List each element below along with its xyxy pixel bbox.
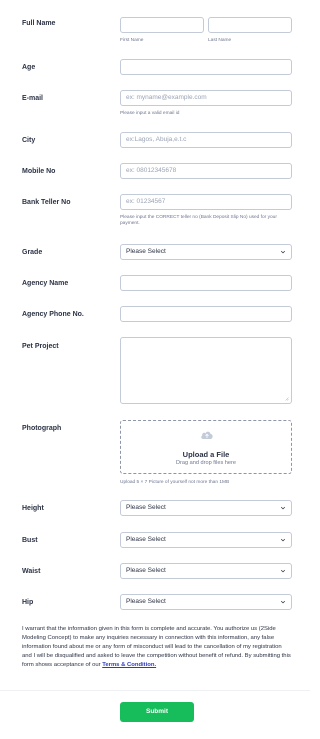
height-select-value: Please Select [126,504,166,511]
grade-select-value: Please Select [126,248,166,255]
last-name-input[interactable] [208,17,292,33]
terms-paragraph: I warrant that the information given in … [22,625,292,670]
email-hint: Please input a valid email id [120,111,180,116]
height-select[interactable]: Please Select [120,500,292,516]
agency-name-input[interactable] [120,275,292,291]
grade-label: Grade [22,249,43,256]
agency-name-label: Agency Name [22,280,69,287]
terms-text: I warrant that the information given in … [22,626,291,668]
agency-phone-input[interactable] [120,306,292,322]
terms-link[interactable]: Terms & Condition. [102,662,156,668]
chevron-down-icon [280,600,286,604]
first-name-input[interactable] [120,17,204,33]
file-upload-dropzone[interactable]: Upload a File Drag and drop files here [120,420,292,474]
age-label: Age [22,64,36,71]
waist-select-value: Please Select [126,567,166,574]
last-name-sublabel: Last Name [208,38,232,43]
height-label: Height [22,505,44,512]
waist-label: Waist [22,568,41,575]
mobile-input[interactable]: ex: 08012345678 [120,163,292,179]
full-name-label: Full Name [22,20,56,27]
city-input[interactable]: ex:Lagos, Abuja,e.t.c [120,132,292,148]
email-label: E-mail [22,95,44,102]
divider [0,690,310,691]
agency-phone-label: Agency Phone No. [22,311,84,318]
bank-teller-hint-1: Please input the CORRECT teller no (Bank… [120,215,277,220]
hip-label: Hip [22,599,34,606]
pet-project-textarea[interactable] [120,337,292,404]
bust-select[interactable]: Please Select [120,532,292,548]
bank-teller-input[interactable]: ex: 01234567 [120,194,292,210]
submit-button[interactable]: Submit [120,702,194,722]
pet-project-label: Pet Project [22,343,59,350]
upload-title: Upload a File [182,450,230,459]
email-input[interactable]: ex: myname@example.com [120,90,292,106]
hip-select[interactable]: Please Select [120,594,292,610]
photograph-label: Photograph [22,425,62,432]
cloud-upload-icon [201,431,213,439]
first-name-sublabel: First Name [120,38,144,43]
upload-subtitle: Drag and drop files here [175,460,236,466]
bust-select-value: Please Select [126,536,166,543]
chevron-down-icon [280,538,286,542]
hip-select-value: Please Select [126,598,166,605]
bank-teller-label: Bank Teller No [22,199,71,206]
chevron-down-icon [280,569,286,573]
bust-label: Bust [22,537,38,544]
chevron-down-icon [280,506,286,510]
photograph-hint: Upload 5 × 7 Picture of yourself not mor… [120,480,230,485]
resize-handle-icon[interactable] [284,396,289,401]
chevron-down-icon [280,250,286,254]
grade-select[interactable]: Please Select [120,244,292,260]
waist-select[interactable]: Please Select [120,563,292,579]
city-label: City [22,137,36,144]
age-input[interactable] [120,59,292,75]
mobile-label: Mobile No [22,168,56,175]
bank-teller-hint-2: payment. [120,221,140,226]
